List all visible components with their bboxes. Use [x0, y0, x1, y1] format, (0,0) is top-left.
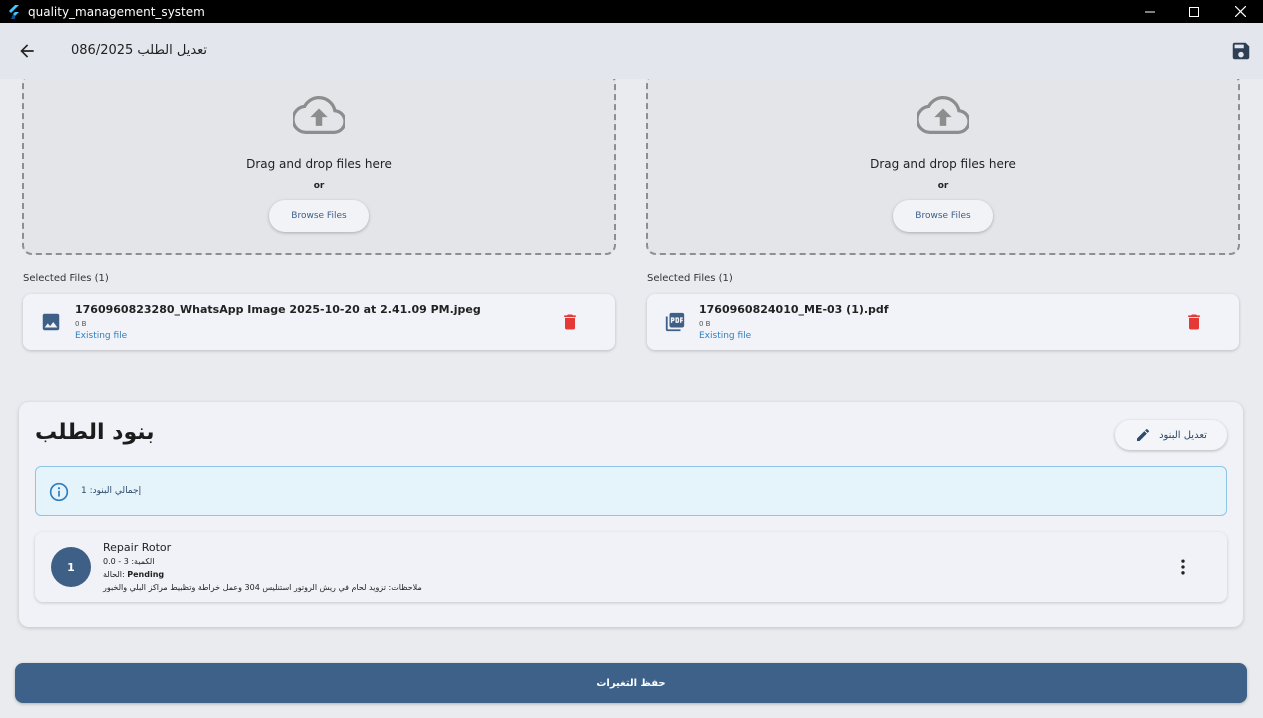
more-vert-icon[interactable]: [1173, 557, 1193, 577]
window-titlebar: quality_management_system: [0, 0, 1263, 23]
item-number-avatar: 1: [51, 547, 91, 587]
dropzone-text: Drag and drop files here: [246, 157, 392, 171]
selected-files-label: Selected Files (1): [23, 273, 109, 284]
selected-files-label: Selected Files (1): [647, 273, 733, 284]
item-notes: ملاحظات: تزويد لحام في ريش الروتور استنل…: [103, 583, 422, 592]
file-card: 1760960824010_ME-03 (1).pdf 0 B Existing…: [647, 294, 1239, 350]
dropzone-or: or: [937, 181, 949, 191]
page-title: تعديل الطلب 086/2025: [71, 43, 208, 58]
dropzone-text: Drag and drop files here: [870, 157, 1016, 171]
order-items-card: بنود الطلب تعديل البنود إجمالي البنود: 1…: [19, 402, 1243, 627]
item-status-value: Pending: [127, 570, 165, 579]
file-name: 1760960823280_WhatsApp Image 2025-10-20 …: [75, 303, 481, 316]
item-name: Repair Rotor: [103, 541, 172, 554]
dropzone-left[interactable]: Drag and drop files here or Browse Files: [22, 79, 616, 255]
file-status: Existing file: [699, 331, 752, 341]
flutter-logo-icon: [0, 0, 28, 23]
edit-items-label: تعديل البنود: [1159, 429, 1207, 441]
browse-files-button[interactable]: Browse Files: [269, 200, 369, 232]
file-size: 0 B: [75, 320, 87, 328]
item-status-label: الحالة:: [103, 570, 128, 579]
dropzone-right[interactable]: Drag and drop files here or Browse Files: [646, 79, 1240, 255]
save-icon: [1232, 42, 1250, 60]
item-status: الحالة: Pending: [103, 570, 164, 579]
file-status: Existing file: [75, 331, 128, 341]
file-size: 0 B: [699, 320, 711, 328]
arrow-back-icon: [20, 44, 34, 58]
dropzone-or: or: [313, 181, 325, 191]
save-changes-button[interactable]: حفظ التغيرات: [15, 663, 1247, 703]
delete-icon[interactable]: [1184, 311, 1204, 333]
maximize-button[interactable]: [1171, 0, 1217, 23]
back-button[interactable]: [13, 37, 41, 65]
list-item[interactable]: 1 Repair Rotor الكمية: 3 - 0.0 الحالة: P…: [35, 532, 1227, 602]
info-icon: [49, 482, 69, 502]
items-section-title: بنود الطلب: [35, 420, 155, 445]
close-window-button[interactable]: [1217, 0, 1263, 23]
file-name: 1760960824010_ME-03 (1).pdf: [699, 303, 889, 316]
items-info-box: إجمالي البنود: 1: [35, 466, 1227, 516]
image-icon: [42, 313, 60, 331]
minimize-button[interactable]: [1127, 0, 1173, 23]
edit-items-button[interactable]: تعديل البنود: [1115, 420, 1227, 450]
pdf-icon: [665, 312, 685, 332]
cloud-upload-icon: [917, 96, 969, 134]
window-title: quality_management_system: [28, 4, 205, 19]
app-bar: تعديل الطلب 086/2025: [0, 23, 1263, 79]
delete-icon[interactable]: [560, 311, 580, 333]
item-quantity: الكمية: 3 - 0.0: [103, 557, 155, 566]
items-total-text: إجمالي البنود: 1: [81, 486, 142, 496]
browse-files-button[interactable]: Browse Files: [893, 200, 993, 232]
cloud-upload-icon: [293, 96, 345, 134]
main-content: Drag and drop files here or Browse Files…: [0, 79, 1263, 718]
save-icon-button[interactable]: [1229, 39, 1253, 63]
edit-icon: [1137, 428, 1150, 441]
file-card: 1760960823280_WhatsApp Image 2025-10-20 …: [23, 294, 615, 350]
